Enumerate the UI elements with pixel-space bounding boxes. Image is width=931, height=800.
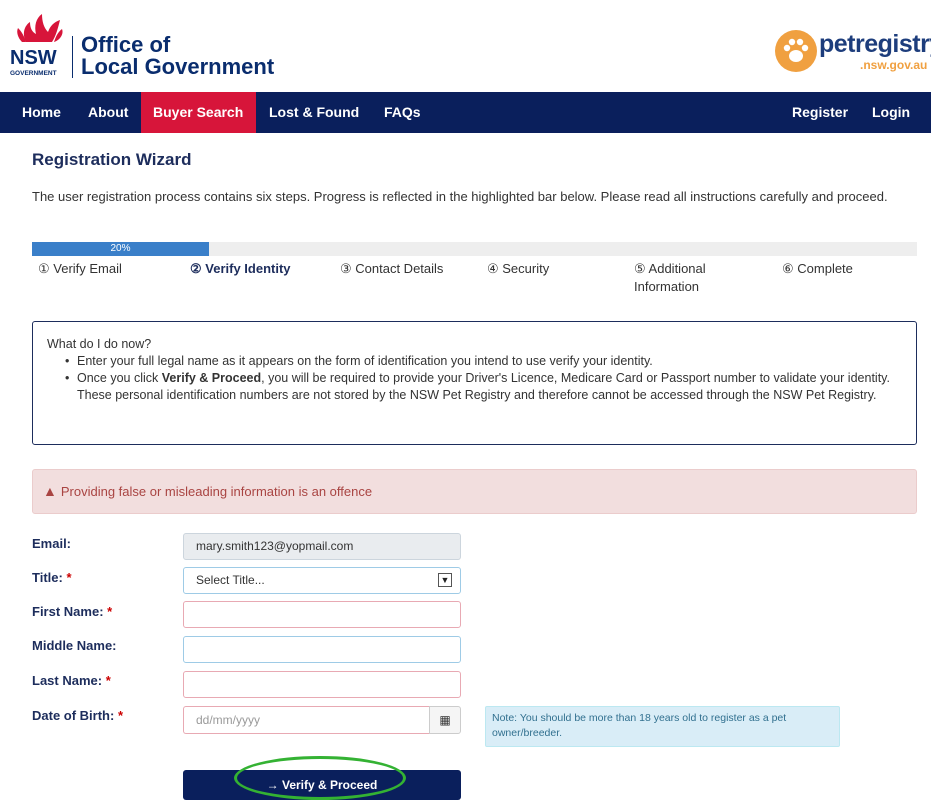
warning-alert: ▲ Providing false or misleading informati… bbox=[32, 469, 917, 514]
last-name-label: Last Name: * bbox=[32, 673, 111, 688]
step-additional-information: ⑤ Additional Information bbox=[634, 261, 706, 294]
step-verify-email: ① Verify Email bbox=[38, 261, 122, 276]
instruction-item: Once you click Verify & Proceed, you wil… bbox=[63, 370, 902, 404]
dob-input[interactable]: dd/mm/yyyy bbox=[183, 706, 429, 734]
nav-home[interactable]: Home bbox=[10, 92, 73, 133]
first-name-field[interactable] bbox=[183, 601, 461, 628]
org-name-line1: Office of bbox=[81, 32, 171, 57]
calendar-icon[interactable]: ▦ bbox=[429, 706, 461, 734]
alert-text: Providing false or misleading informatio… bbox=[60, 484, 373, 499]
title-select[interactable]: Select Title... ▼ bbox=[183, 567, 461, 594]
org-name[interactable]: Office of Local Government bbox=[81, 34, 274, 78]
title-select-value: Select Title... bbox=[196, 573, 265, 587]
last-name-label-text: Last Name: bbox=[32, 673, 103, 688]
site-header: NSW GOVERNMENT Office of Local Governmen… bbox=[0, 0, 931, 92]
step-security: ④ Security bbox=[487, 261, 550, 276]
email-field: mary.smith123@yopmail.com bbox=[183, 533, 461, 560]
required-mark: * bbox=[117, 708, 124, 723]
pet-registry-logo[interactable]: petregistry .nsw.gov.au bbox=[775, 30, 931, 76]
warning-triangle-icon: ▲ bbox=[43, 483, 57, 499]
required-mark: * bbox=[66, 570, 72, 585]
pet-registry-name: petregistry bbox=[819, 30, 931, 58]
required-mark: * bbox=[105, 673, 111, 688]
nsw-government-logo[interactable]: NSW GOVERNMENT bbox=[8, 12, 68, 78]
nav-lost-found[interactable]: Lost & Found bbox=[257, 92, 371, 133]
title-label: Title: * bbox=[32, 570, 72, 585]
first-name-label: First Name: * bbox=[32, 604, 112, 619]
step-verify-identity: ② Verify Identity bbox=[190, 261, 291, 276]
email-label: Email: bbox=[32, 536, 72, 551]
instruction-text: Once you click bbox=[77, 371, 162, 385]
step-complete: ⑥ Complete bbox=[782, 261, 853, 276]
nav-register[interactable]: Register bbox=[780, 92, 860, 133]
instructions-box: What do I do now? Enter your full legal … bbox=[32, 321, 917, 445]
logo-divider bbox=[72, 36, 73, 78]
instructions-heading: What do I do now? bbox=[47, 337, 152, 351]
progress-fill: 20% bbox=[32, 242, 209, 256]
step-contact-details: ③ Contact Details bbox=[340, 261, 444, 276]
middle-name-field[interactable] bbox=[183, 636, 461, 663]
nsw-logo-subtext: GOVERNMENT bbox=[10, 70, 57, 77]
nsw-logo-text: NSW bbox=[10, 47, 57, 69]
nav-faqs[interactable]: FAQs bbox=[372, 92, 433, 133]
middle-name-label: Middle Name: bbox=[32, 638, 117, 653]
main-nav: Home About Buyer Search Lost & Found FAQ… bbox=[0, 92, 931, 133]
nav-login[interactable]: Login bbox=[860, 92, 922, 133]
nav-buyer-search[interactable]: Buyer Search bbox=[141, 92, 256, 133]
first-name-label-text: First Name: bbox=[32, 604, 104, 619]
instructions-list: Enter your full legal name as it appears… bbox=[47, 353, 902, 404]
age-note: Note: You should be more than 18 years o… bbox=[485, 706, 840, 747]
progress-bar: 20% bbox=[32, 242, 917, 256]
instruction-item: Enter your full legal name as it appears… bbox=[63, 353, 902, 370]
org-name-line2: Local Government bbox=[81, 54, 275, 79]
intro-text: The user registration process contains s… bbox=[32, 189, 888, 204]
instruction-bold: Verify & Proceed bbox=[161, 371, 262, 385]
dob-label: Date of Birth: * bbox=[32, 708, 123, 723]
page-title: Registration Wizard bbox=[32, 150, 192, 169]
title-label-text: Title: bbox=[32, 570, 63, 585]
verify-proceed-button[interactable]: → Verify & Proceed bbox=[183, 770, 461, 800]
dob-picker: dd/mm/yyyy ▦ bbox=[183, 706, 461, 734]
nav-about[interactable]: About bbox=[76, 92, 140, 133]
last-name-field[interactable] bbox=[183, 671, 461, 698]
dob-label-text: Date of Birth: bbox=[32, 708, 115, 723]
pet-registry-domain: .nsw.gov.au bbox=[860, 58, 928, 72]
paw-icon bbox=[775, 30, 817, 72]
chevron-down-icon: ▼ bbox=[438, 573, 452, 587]
required-mark: * bbox=[107, 604, 113, 619]
